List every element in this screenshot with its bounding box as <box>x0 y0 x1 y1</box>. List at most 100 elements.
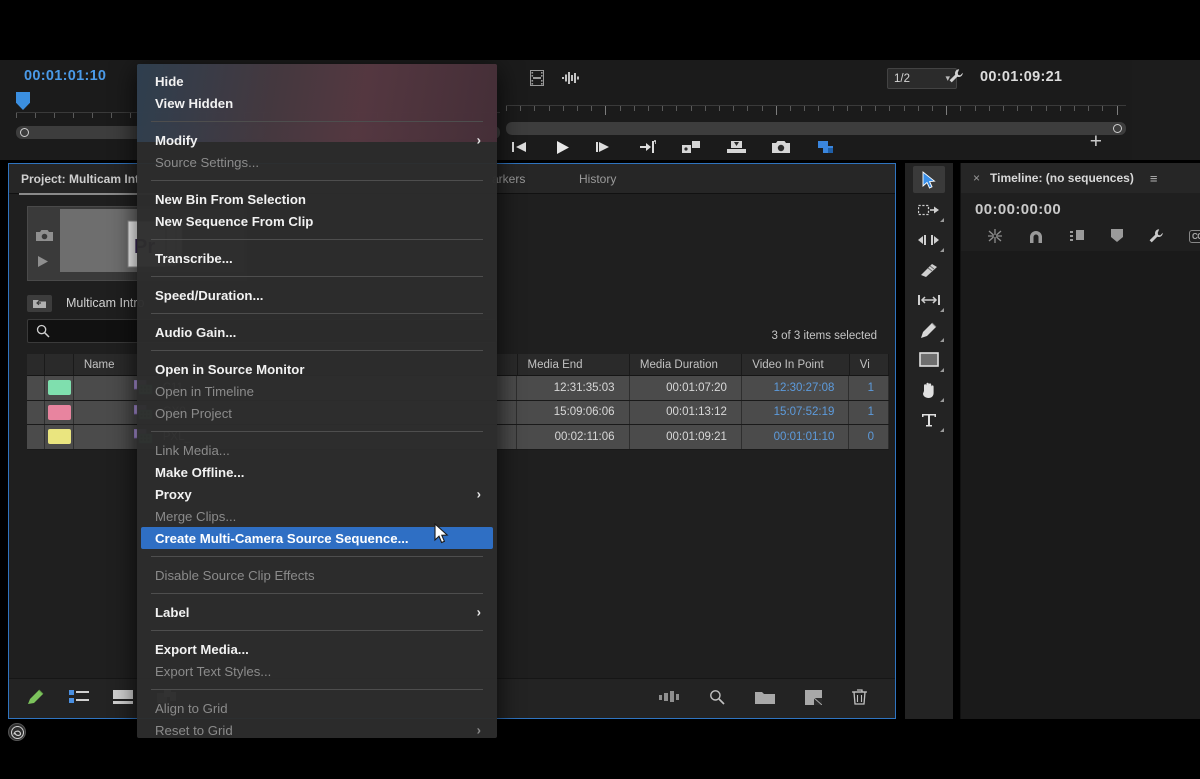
track-select-forward-tool[interactable] <box>913 196 945 223</box>
timeline-empty-area[interactable] <box>961 251 1200 719</box>
thumbnail-size-icon[interactable] <box>659 691 679 703</box>
video-out-point-cell[interactable]: 1 <box>849 400 889 424</box>
razor-tool[interactable] <box>913 256 945 283</box>
film-strip-icon[interactable] <box>530 70 544 86</box>
menu-item[interactable]: Audio Gain... <box>137 321 497 343</box>
ripple-edit-tool[interactable] <box>913 226 945 253</box>
close-icon[interactable]: × <box>973 171 980 185</box>
panel-menu-icon[interactable]: ≡ <box>1150 171 1158 186</box>
video-out-point-cell[interactable]: 1 <box>849 376 889 400</box>
source-right-time-ruler[interactable] <box>506 105 1126 117</box>
label-color-cell[interactable] <box>45 425 74 449</box>
row-expand-cell[interactable] <box>27 425 45 449</box>
menu-item[interactable]: View Hidden <box>137 92 497 114</box>
column-header-expand[interactable] <box>27 354 45 375</box>
rectangle-tool[interactable] <box>913 346 945 373</box>
video-in-point-cell[interactable]: 00:01:01:10 <box>742 425 850 449</box>
ruler-tick <box>719 106 720 111</box>
menu-item[interactable]: Hide <box>137 70 497 92</box>
source-right-scroll-handle[interactable] <box>1113 124 1122 133</box>
thumbnail-camera-icon[interactable] <box>36 229 53 242</box>
tab-project[interactable]: Project: Multicam Int <box>21 172 139 186</box>
breadcrumb-bin-name[interactable]: Multicam Intro <box>66 296 145 310</box>
media-end-cell[interactable]: 12:31:35:03 <box>517 376 630 400</box>
media-duration-cell[interactable]: 00:01:13:12 <box>630 400 742 424</box>
navigate-up-icon[interactable] <box>27 294 52 312</box>
video-in-point-cell[interactable]: 12:30:27:08 <box>742 376 850 400</box>
list-view-icon[interactable] <box>69 690 89 704</box>
step-forward-button[interactable] <box>596 140 613 154</box>
menu-item[interactable]: Export Media... <box>137 638 497 660</box>
label-color-swatch[interactable] <box>47 404 71 420</box>
column-header-video-in-point[interactable]: Video In Point <box>742 354 850 375</box>
add-button[interactable]: + <box>1090 130 1102 154</box>
column-header-media-duration[interactable]: Media Duration <box>630 354 743 375</box>
wrench-icon[interactable] <box>1148 228 1164 244</box>
menu-item[interactable]: Speed/Duration... <box>137 284 497 306</box>
go-to-out-button[interactable] <box>639 140 656 154</box>
source-playhead[interactable] <box>16 92 30 110</box>
media-end-cell[interactable]: 00:02:11:06 <box>517 425 630 449</box>
ruler-tick <box>662 106 664 111</box>
column-header-media-end[interactable]: Media End <box>518 354 630 375</box>
video-out-point-cell[interactable]: 0 <box>849 425 889 449</box>
slip-tool[interactable] <box>913 286 945 313</box>
captions-icon[interactable]: CC <box>1189 229 1200 243</box>
tab-markers[interactable]: arkers <box>492 172 525 186</box>
selection-tool[interactable] <box>913 166 945 193</box>
menu-item[interactable]: Proxy › <box>137 483 497 505</box>
icon-view-icon[interactable] <box>113 690 133 704</box>
export-frame-button[interactable] <box>772 140 790 154</box>
hand-tool[interactable] <box>913 376 945 403</box>
thumbnail-play-icon[interactable] <box>36 255 49 268</box>
menu-item-label: New Bin From Selection <box>155 191 306 207</box>
marker-icon[interactable] <box>1111 229 1123 243</box>
delete-icon[interactable] <box>852 689 867 705</box>
snap-playhead-icon[interactable] <box>987 228 1003 244</box>
zoom-level-select[interactable]: 1/2 ▾ <box>887 68 957 89</box>
multicam-toggle-button[interactable] <box>816 139 835 155</box>
magnet-snap-icon[interactable] <box>1028 229 1044 244</box>
play-button[interactable] <box>555 140 570 155</box>
video-in-point-cell[interactable]: 15:07:52:19 <box>742 400 850 424</box>
label-color-cell[interactable] <box>45 400 74 424</box>
pen-tool[interactable] <box>913 316 945 343</box>
menu-item[interactable]: Modify › <box>137 129 497 151</box>
menu-item[interactable]: New Bin From Selection <box>137 188 497 210</box>
menu-item[interactable]: Open in Source Monitor <box>137 358 497 380</box>
label-color-swatch[interactable] <box>47 429 71 445</box>
timeline-panel-header: × Timeline: (no sequences) ≡ <box>961 163 1200 193</box>
source-duration-timecode[interactable]: 00:01:09:21 <box>980 69 1062 85</box>
insert-button[interactable] <box>682 140 701 155</box>
source-settings-wrench-icon[interactable] <box>948 68 964 84</box>
source-current-timecode[interactable]: 00:01:01:10 <box>24 68 106 84</box>
linked-selection-icon[interactable] <box>1069 229 1086 244</box>
media-duration-cell[interactable]: 00:01:07:20 <box>630 376 742 400</box>
menu-item[interactable]: Make Offline... <box>137 461 497 483</box>
source-scroll-handle[interactable] <box>20 128 29 137</box>
audio-waveform-icon[interactable] <box>562 71 580 85</box>
column-header-video-out-point[interactable]: Vi <box>850 354 890 375</box>
row-expand-cell[interactable] <box>27 376 45 400</box>
clip-context-menu: Hide View Hidden Modify › Source Settings...… <box>137 64 497 738</box>
find-icon[interactable] <box>709 689 725 705</box>
creative-cloud-icon[interactable] <box>8 723 26 741</box>
step-back-button[interactable] <box>512 140 529 154</box>
label-color-swatch[interactable] <box>47 380 71 396</box>
timeline-timecode[interactable]: 00:00:00:00 <box>975 201 1061 218</box>
type-tool[interactable] <box>913 406 945 433</box>
label-color-cell[interactable] <box>45 376 74 400</box>
menu-item[interactable]: Transcribe... <box>137 247 497 269</box>
row-expand-cell[interactable] <box>27 400 45 424</box>
new-bin-icon[interactable] <box>755 690 775 705</box>
media-end-cell[interactable]: 15:09:06:06 <box>517 400 630 424</box>
tab-history[interactable]: History <box>579 172 616 186</box>
pen-icon[interactable] <box>27 689 45 705</box>
menu-item[interactable]: New Sequence From Clip <box>137 210 497 232</box>
overwrite-button[interactable] <box>727 140 746 155</box>
column-header-color[interactable] <box>45 354 74 375</box>
media-duration-cell[interactable]: 00:01:09:21 <box>630 425 742 449</box>
new-item-icon[interactable] <box>805 689 822 705</box>
menu-separator <box>151 431 483 432</box>
menu-item[interactable]: Label › <box>137 601 497 623</box>
